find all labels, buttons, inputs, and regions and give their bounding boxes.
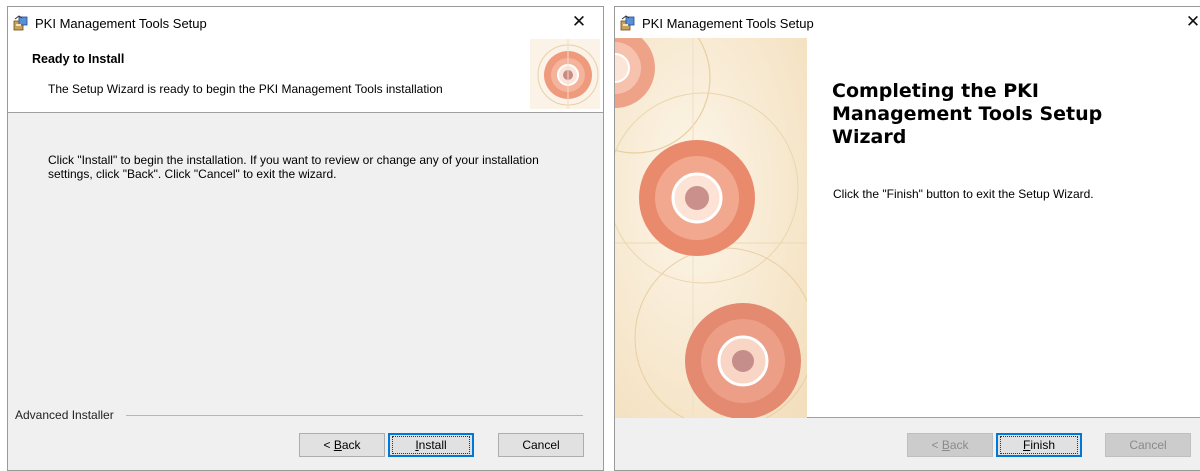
cancel-button[interactable]: Cancel: [1105, 433, 1191, 457]
page-heading: Ready to Install: [32, 52, 125, 66]
back-accelerator: B: [941, 438, 950, 452]
finish-rest: inish: [1030, 438, 1056, 452]
back-accelerator: B: [333, 438, 342, 452]
close-icon[interactable]: ✕: [561, 9, 597, 35]
window-title: PKI Management Tools Setup: [642, 16, 814, 31]
back-prefix: <: [931, 438, 942, 452]
completing-setup-dialog: PKI Management Tools Setup ✕ Completing …: [614, 6, 1200, 471]
brand-row: Advanced Installer: [8, 408, 603, 422]
finish-page: Completing the PKI Management Tools Setu…: [615, 38, 1200, 418]
title-bar[interactable]: PKI Management Tools Setup ✕: [615, 7, 1200, 38]
title-bar[interactable]: PKI Management Tools Setup ✕: [8, 7, 603, 38]
install-button[interactable]: Install: [388, 433, 474, 457]
install-rest: nstall: [418, 438, 447, 452]
installer-box-icon: [620, 15, 635, 31]
wizard-side-graphic: [615, 38, 807, 418]
close-icon[interactable]: ✕: [1175, 9, 1200, 35]
window-title: PKI Management Tools Setup: [35, 16, 207, 31]
finish-message: Click the "Finish" button to exit the Se…: [833, 187, 1094, 201]
back-button[interactable]: < Back: [299, 433, 385, 457]
finish-button[interactable]: Finish: [996, 433, 1082, 457]
page-subheading: The Setup Wizard is ready to begin the P…: [48, 82, 443, 96]
back-button[interactable]: < Back: [907, 433, 993, 457]
banner-graphic: [530, 39, 600, 109]
back-rest: ack: [341, 438, 361, 452]
brand-label: Advanced Installer: [15, 408, 114, 422]
separator: [126, 415, 583, 416]
header-banner: Ready to Install The Setup Wizard is rea…: [8, 38, 603, 113]
back-prefix: <: [323, 438, 334, 452]
installer-box-icon: [13, 15, 28, 31]
cancel-button[interactable]: Cancel: [498, 433, 584, 457]
finish-heading: Completing the PKI Management Tools Setu…: [832, 80, 1103, 148]
instructions-text: Click "Install" to begin the installatio…: [48, 153, 539, 181]
back-rest: ack: [949, 438, 969, 452]
ready-to-install-dialog: PKI Management Tools Setup ✕ Ready to In…: [7, 6, 604, 471]
